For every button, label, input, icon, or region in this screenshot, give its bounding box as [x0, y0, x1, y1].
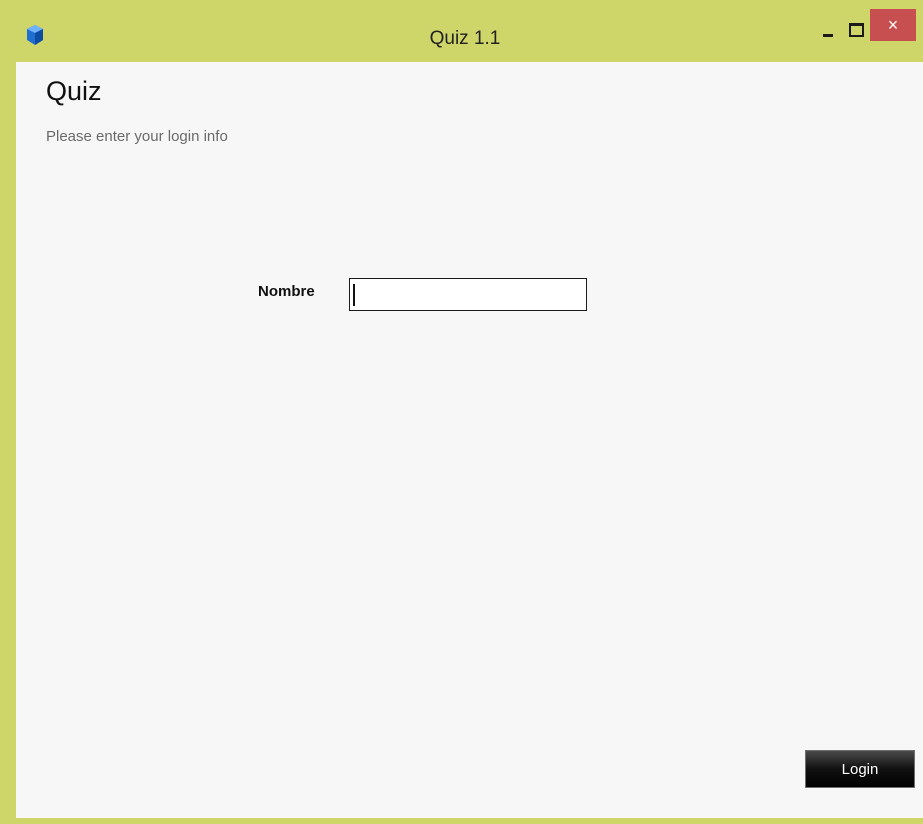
login-button[interactable]: Login [805, 750, 915, 788]
minimize-icon [823, 33, 833, 37]
close-icon: × [887, 14, 899, 35]
maximize-icon [848, 23, 864, 37]
name-label: Nombre [258, 283, 315, 300]
page-subtitle: Please enter your login info [46, 128, 228, 145]
text-caret [353, 284, 355, 306]
close-button[interactable]: × [870, 9, 916, 41]
minimize-button[interactable] [814, 13, 842, 47]
title-bar[interactable]: Quiz 1.1 × [8, 0, 922, 60]
name-input[interactable] [349, 278, 587, 311]
page-title: Quiz [46, 76, 102, 106]
window-title: Quiz 1.1 [429, 28, 501, 49]
main-content: Quiz Please enter your login info Nombre… [16, 62, 923, 818]
maximize-button[interactable] [842, 13, 870, 47]
app-window: Quiz 1.1 × Quiz Please enter your login … [0, 0, 923, 824]
